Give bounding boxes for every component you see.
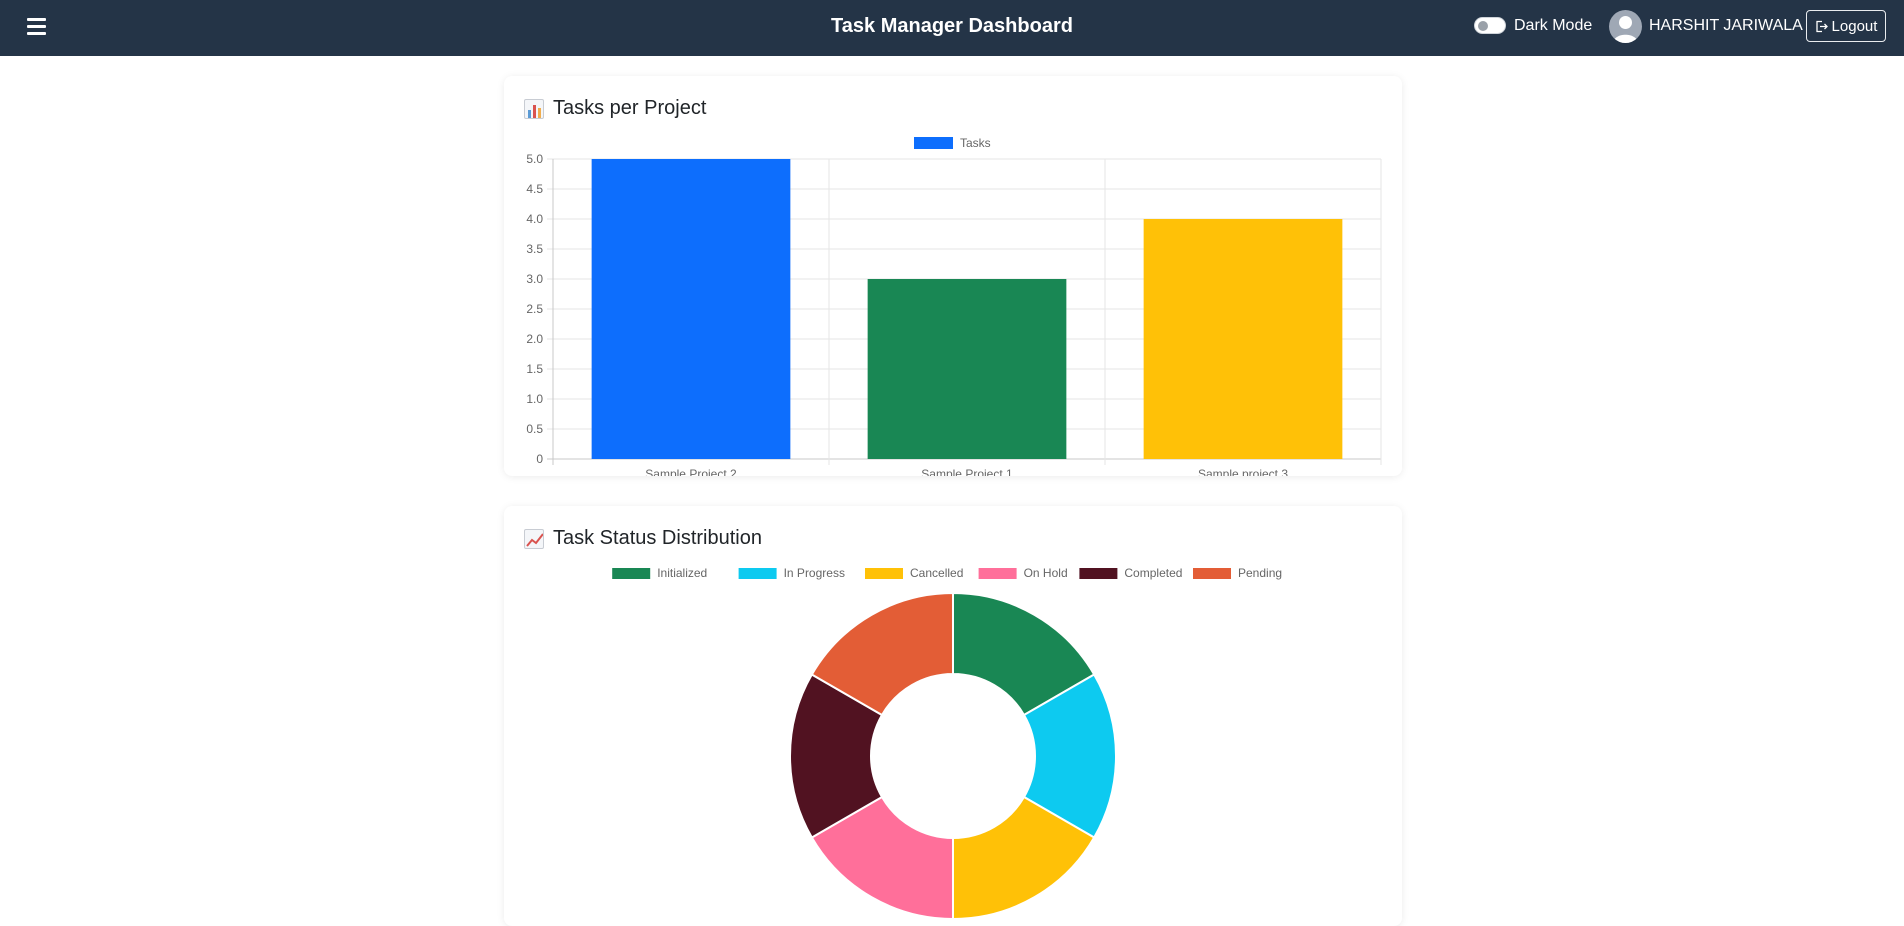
doughnut-chart: Initialized In Progress Cancelled On Hold Co… <box>612 566 1282 921</box>
bar-legend: Tasks <box>914 136 991 150</box>
legend-swatch-in-progress <box>738 568 777 579</box>
legend-label-initialized: Initialized <box>657 566 707 580</box>
y-tick-label: 1.0 <box>526 392 543 406</box>
user-name: HARSHIT JARIWALA <box>1649 17 1803 34</box>
y-tick-label: 0.5 <box>526 422 543 436</box>
legend-swatch-initialized <box>612 568 651 579</box>
y-tick-label: 3.5 <box>526 242 543 256</box>
legend-swatch-completed <box>1079 568 1118 579</box>
legend-label-tasks: Tasks <box>960 136 991 150</box>
x-tick-label: Sample Project 2 <box>645 467 737 476</box>
y-tick-label: 1.5 <box>526 362 543 376</box>
dark-mode-toggle[interactable] <box>1474 17 1506 34</box>
bar-sample-project-3 <box>1143 219 1343 459</box>
y-tick-label: 2.0 <box>526 332 543 346</box>
y-tick-label: 4.5 <box>526 182 543 196</box>
legend-label-cancelled: Cancelled <box>910 566 963 580</box>
user-avatar-icon <box>1613 16 1638 43</box>
x-tick-label: Sample Project 1 <box>921 467 1013 476</box>
top-navbar: Task Manager Dashboard Dark Mode HARSHIT… <box>0 0 1904 56</box>
bar-sample-project-2 <box>591 159 791 459</box>
task-status-card: Task Status Distribution Initialized In P… <box>504 506 1402 926</box>
legend-label-in-progress: In Progress <box>784 566 845 580</box>
bar-chart: Tasks 0 0.5 1.0 1.5 2.0 2.5 3.0 3.5 4.0 4.5 5.0 Samp… <box>526 136 1382 476</box>
legend-label-on-hold: On Hold <box>1024 566 1068 580</box>
legend-swatch-pending <box>1193 568 1231 579</box>
y-tick-label: 2.5 <box>526 302 543 316</box>
pie-legend: Initialized In Progress Cancelled On Hold Co… <box>612 566 1282 580</box>
legend-label-completed: Completed <box>1124 566 1182 580</box>
y-tick-label: 0 <box>536 452 543 466</box>
logout-label: Logout <box>1831 17 1878 35</box>
dark-mode-label: Dark Mode <box>1514 17 1593 34</box>
logout-icon <box>1815 20 1828 32</box>
legend-swatch-cancelled <box>865 568 903 579</box>
legend-swatch-on-hold <box>978 568 1017 579</box>
bar-sample-project-1 <box>867 279 1067 459</box>
tasks-per-project-card: Tasks per Project Tasks 0 0.5 1.0 1.5 2.0 2.5 3… <box>504 76 1402 476</box>
y-tick-label: 3.0 <box>526 272 543 286</box>
y-tick-label: 5.0 <box>526 152 543 166</box>
x-tick-label: Sample project 3 <box>1198 467 1288 476</box>
y-tick-label: 4.0 <box>526 212 543 226</box>
logout-button[interactable]: Logout <box>1806 10 1886 42</box>
legend-label-pending: Pending <box>1238 566 1282 580</box>
legend-swatch-tasks <box>914 137 953 149</box>
avatar[interactable] <box>1609 10 1642 43</box>
